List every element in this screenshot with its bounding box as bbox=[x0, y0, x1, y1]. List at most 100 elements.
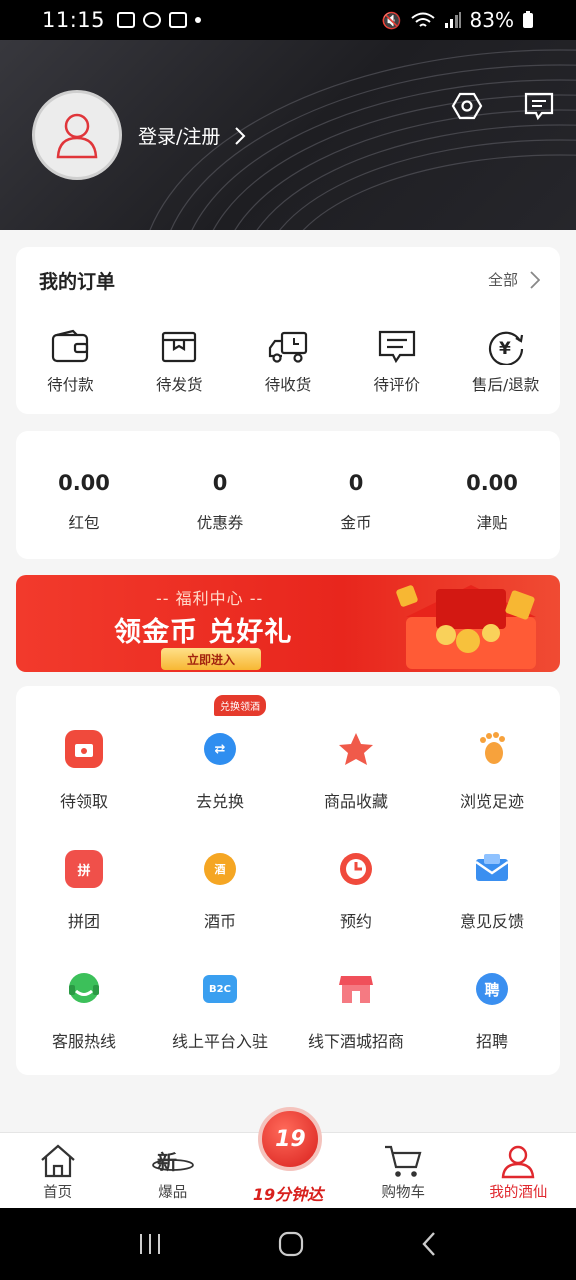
gift-box-illustration bbox=[396, 585, 536, 669]
coin-icon: 酒 bbox=[204, 853, 236, 885]
orders-title: 我的订单 bbox=[39, 271, 116, 293]
service-label: 线上平台入驻 bbox=[171, 1032, 268, 1051]
wallet-card: 0.00 红包 0 优惠券 0 金币 0.00 津贴 bbox=[16, 431, 560, 559]
signal-icon bbox=[444, 12, 461, 28]
tab-home[interactable]: 首页 bbox=[0, 1133, 115, 1208]
profile-icon bbox=[502, 1145, 535, 1179]
my-orders-card: 我的订单 全部 待付款 待发货 待收货 待评价 ¥ 售后/退款 bbox=[16, 247, 560, 414]
comment-icon bbox=[378, 330, 415, 364]
gift-box-icon bbox=[65, 730, 103, 768]
service-recruitment[interactable]: 聘 招聘 bbox=[424, 970, 560, 1052]
user-icon bbox=[56, 113, 98, 159]
service-label: 酒币 bbox=[203, 912, 236, 931]
service-history[interactable]: 浏览足迹 bbox=[424, 730, 560, 812]
service-label: 拼团 bbox=[67, 912, 100, 931]
tab-label: 首页 bbox=[43, 1185, 73, 1201]
message-icon[interactable] bbox=[523, 90, 555, 122]
order-item-label: 待评价 bbox=[373, 376, 421, 394]
tab-19-min-delivery[interactable]: 19 19分钟达 bbox=[230, 1107, 345, 1208]
battery-icon bbox=[523, 11, 533, 28]
service-to-claim[interactable]: 待领取 bbox=[16, 730, 152, 812]
recruit-icon: 聘 bbox=[476, 973, 508, 1005]
all-orders-label: 全部 bbox=[487, 271, 518, 289]
login-label: 登录/注册 bbox=[138, 126, 221, 148]
service-group-buy[interactable]: 拼 拼团 bbox=[16, 850, 152, 932]
wallet-red-packet[interactable]: 0.00 红包 bbox=[16, 431, 152, 559]
check-notification-icon bbox=[169, 12, 188, 28]
tab-my-profile[interactable]: 我的酒仙 bbox=[461, 1133, 576, 1208]
service-reservation[interactable]: 预约 bbox=[288, 850, 424, 932]
wallet-label: 红包 bbox=[68, 514, 100, 532]
truck-icon bbox=[268, 331, 308, 363]
order-pending-receipt[interactable]: 待收货 bbox=[234, 329, 343, 395]
wallet-coupons[interactable]: 0 优惠券 bbox=[152, 431, 288, 559]
welfare-center-banner[interactable]: -- 福利中心 -- 领金币 兑好礼 立即进入 bbox=[16, 575, 560, 672]
wallet-label: 津贴 bbox=[476, 514, 508, 532]
login-register-link[interactable]: 登录/注册 bbox=[138, 122, 246, 149]
home-icon bbox=[40, 1144, 75, 1178]
star-icon bbox=[339, 733, 373, 765]
service-favorites[interactable]: 商品收藏 bbox=[288, 730, 424, 812]
cart-icon bbox=[385, 1145, 422, 1177]
more-notifications-icon bbox=[195, 17, 202, 23]
tab-label: 19分钟达 bbox=[252, 1185, 324, 1204]
order-item-label: 待付款 bbox=[47, 376, 94, 394]
order-after-sales[interactable]: ¥ 售后/退款 bbox=[451, 329, 560, 395]
services-grid: 待领取 兑换领酒 ⇄ 去兑换 商品收藏 浏览足迹 拼 拼团 酒 酒币 预约 意见… bbox=[16, 686, 560, 1075]
chevron-right-icon bbox=[530, 270, 540, 289]
app-notification-icon bbox=[143, 12, 162, 28]
gallery-notification-icon bbox=[117, 12, 136, 28]
refund-icon: ¥ bbox=[488, 331, 523, 365]
tab-label: 爆品 bbox=[158, 1185, 188, 1201]
back-button[interactable] bbox=[419, 1230, 439, 1258]
system-navigation-bar bbox=[0, 1208, 576, 1280]
tab-cart[interactable]: 购物车 bbox=[346, 1133, 461, 1208]
mail-icon bbox=[475, 854, 509, 881]
order-item-label: 待收货 bbox=[264, 376, 312, 394]
service-feedback[interactable]: 意见反馈 bbox=[424, 850, 560, 932]
box-icon bbox=[162, 331, 197, 363]
settings-icon[interactable] bbox=[451, 90, 483, 122]
service-offline-store[interactable]: 线下酒城招商 bbox=[288, 970, 424, 1052]
service-label: 线下酒城招商 bbox=[307, 1032, 404, 1051]
order-pending-review[interactable]: 待评价 bbox=[342, 329, 451, 395]
home-button[interactable] bbox=[277, 1230, 305, 1258]
mute-icon: 🔇 bbox=[381, 10, 402, 30]
svg-text:新: 新 bbox=[157, 1150, 177, 1174]
wallet-gold-coins[interactable]: 0 金币 bbox=[288, 431, 424, 559]
wallet-value: 0.00 bbox=[466, 471, 518, 495]
all-orders-link[interactable]: 全部 bbox=[488, 269, 540, 290]
wallet-label: 金币 bbox=[340, 514, 372, 532]
banner-enter-button[interactable]: 立即进入 bbox=[161, 648, 261, 670]
battery-percent: 83% bbox=[469, 8, 514, 32]
order-pending-payment[interactable]: 待付款 bbox=[16, 329, 125, 395]
service-label: 商品收藏 bbox=[323, 792, 388, 811]
exchange-wine-tag: 兑换领酒 bbox=[214, 695, 266, 716]
service-label: 意见反馈 bbox=[459, 912, 524, 931]
wallet-allowance[interactable]: 0.00 津贴 bbox=[424, 431, 560, 559]
status-time: 11:15 bbox=[42, 8, 106, 32]
service-exchange[interactable]: 兑换领酒 ⇄ 去兑换 bbox=[152, 695, 288, 812]
recent-apps-button[interactable] bbox=[137, 1232, 163, 1256]
b2c-icon: B2C bbox=[203, 975, 237, 1003]
order-item-label: 售后/退款 bbox=[471, 376, 540, 394]
exchange-icon: ⇄ bbox=[204, 733, 236, 765]
delivery-19-icon: 19 bbox=[258, 1107, 323, 1171]
tab-hot-products[interactable]: 新 爆品 bbox=[115, 1133, 230, 1208]
service-label: 待领取 bbox=[59, 792, 108, 811]
service-label: 客服热线 bbox=[51, 1032, 116, 1051]
avatar[interactable] bbox=[32, 90, 122, 180]
wallet-label: 优惠券 bbox=[196, 514, 244, 532]
svg-text:¥: ¥ bbox=[499, 339, 511, 359]
tab-label: 购物车 bbox=[381, 1185, 425, 1201]
status-bar: 11:15 🔇 83% bbox=[0, 0, 576, 40]
hot-product-icon: 新 bbox=[151, 1150, 194, 1174]
service-wine-coins[interactable]: 酒 酒币 bbox=[152, 850, 288, 932]
chevron-right-icon bbox=[235, 126, 246, 145]
store-icon bbox=[339, 976, 373, 1003]
tab-label: 我的酒仙 bbox=[489, 1185, 548, 1201]
order-pending-shipment[interactable]: 待发货 bbox=[125, 329, 234, 395]
service-hotline[interactable]: 客服热线 bbox=[16, 970, 152, 1052]
group-buy-icon: 拼 bbox=[65, 850, 103, 888]
service-online-platform[interactable]: B2C 线上平台入驻 bbox=[152, 970, 288, 1052]
